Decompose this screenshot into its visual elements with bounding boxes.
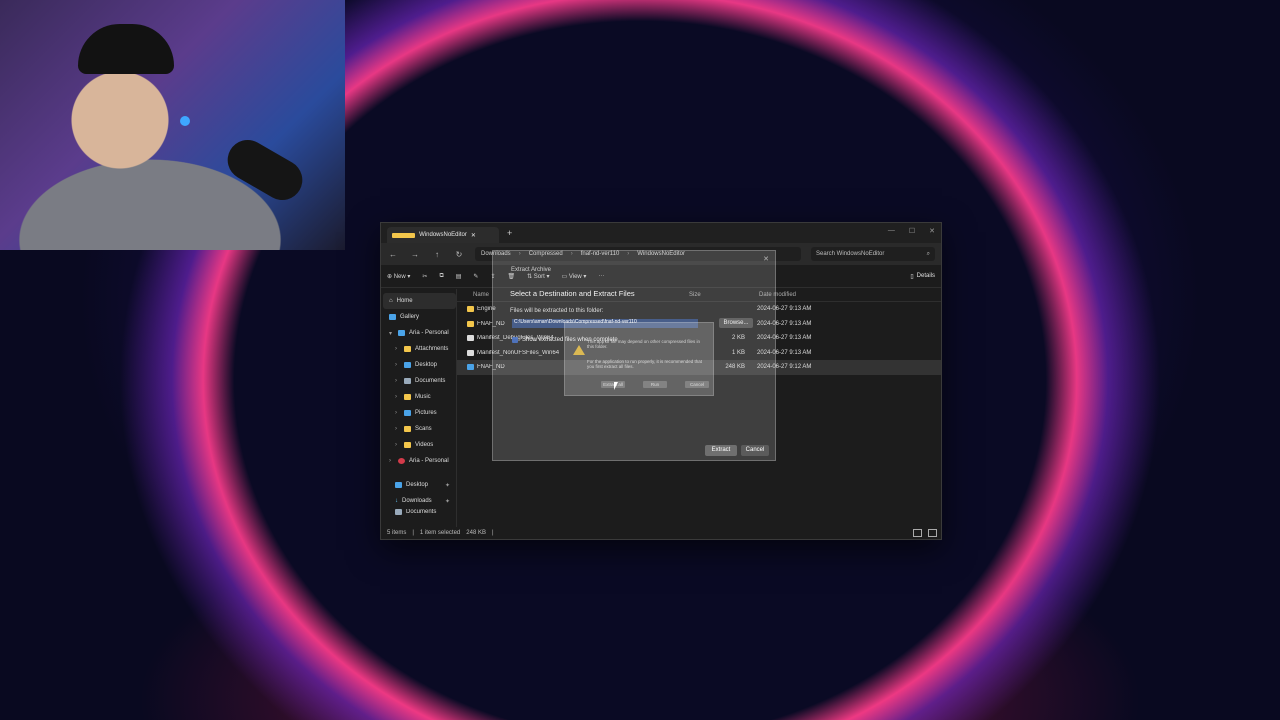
paste-icon[interactable]: ▤ xyxy=(456,273,462,280)
dialog-close-button[interactable]: ✕ xyxy=(763,255,769,263)
folder-icon xyxy=(404,394,411,400)
mouse-cursor xyxy=(614,382,618,390)
checkbox-icon xyxy=(512,337,518,343)
search-icon: ⌕ xyxy=(926,250,930,257)
new-tab-button[interactable]: + xyxy=(507,228,512,238)
cloud-icon xyxy=(398,330,405,336)
browse-button[interactable]: Browse... xyxy=(719,318,753,328)
sidebar-pinned-desktop[interactable]: Desktop ✦ xyxy=(383,477,456,493)
application-icon xyxy=(467,364,474,371)
sidebar-item-onedrive-2[interactable]: › Aria - Personal xyxy=(383,453,456,469)
selection-size: 248 KB xyxy=(466,530,486,536)
file-icon xyxy=(467,335,474,342)
details-pane-icon: ▯ xyxy=(910,273,914,280)
refresh-button[interactable]: ↻ xyxy=(453,250,465,259)
pin-icon: ✦ xyxy=(444,482,450,489)
window-controls: — ☐ ✕ xyxy=(888,227,935,235)
tab-label: WindowsNoEditor xyxy=(419,232,467,238)
folder-icon xyxy=(467,320,474,327)
new-button[interactable]: ⊕ New ▾ xyxy=(387,273,410,280)
pictures-icon xyxy=(404,410,411,416)
gallery-icon xyxy=(389,314,396,320)
dialog-title: Extract Archive xyxy=(511,267,552,273)
sidebar-item-pictures[interactable]: › Pictures xyxy=(383,405,456,421)
minimize-button[interactable]: — xyxy=(888,227,895,235)
tab-windowsnoeditor[interactable]: WindowsNoEditor ✕ xyxy=(387,227,499,243)
sidebar-item-videos[interactable]: › Videos xyxy=(383,437,456,453)
warning-message: This app or file may depend on other com… xyxy=(587,339,701,349)
maximize-button[interactable]: ☐ xyxy=(909,227,915,235)
chevron-right-icon: › xyxy=(395,378,397,384)
sidebar-item-music[interactable]: › Music xyxy=(383,389,456,405)
chevron-right-icon: › xyxy=(395,426,397,432)
copy-icon[interactable]: ⧉ xyxy=(439,273,443,280)
chevron-right-icon: › xyxy=(389,458,391,464)
forward-button[interactable]: → xyxy=(409,250,421,259)
sidebar-pinned-documents[interactable]: Documents xyxy=(383,509,456,517)
download-icon: ↓ xyxy=(395,498,398,504)
sidebar-item-attachments[interactable]: › Attachments xyxy=(383,341,456,357)
item-count: 5 items xyxy=(387,530,407,536)
sidebar-pinned-downloads[interactable]: ↓ Downloads ✦ xyxy=(383,493,456,509)
sidebar-item-home[interactable]: ⌂ Home xyxy=(383,293,456,309)
folder-icon xyxy=(467,306,474,313)
status-divider: | xyxy=(412,530,414,536)
documents-icon xyxy=(404,378,411,384)
close-button[interactable]: ✕ xyxy=(929,227,935,235)
desktop-icon xyxy=(404,362,411,368)
cloud-icon xyxy=(398,458,405,464)
details-button[interactable]: ▯ Details xyxy=(910,273,935,280)
extract-button[interactable]: Extract xyxy=(705,445,737,456)
run-button[interactable]: Run xyxy=(643,381,667,388)
folder-icon xyxy=(392,232,416,238)
sidebar-item-onedrive[interactable]: ▾ Aria - Personal xyxy=(383,325,456,341)
tab-close-icon[interactable]: ✕ xyxy=(471,232,494,239)
sidebar-item-documents[interactable]: › Documents xyxy=(383,373,456,389)
microphone xyxy=(220,132,310,208)
title-bar: WindowsNoEditor ✕ + — ☐ ✕ xyxy=(381,223,941,243)
sidebar-item-gallery[interactable]: Gallery xyxy=(383,309,456,325)
extract-all-button[interactable]: Extract all xyxy=(601,381,625,388)
details-view-icon[interactable] xyxy=(913,529,922,537)
chevron-down-icon: ▾ xyxy=(389,330,393,337)
chevron-right-icon: › xyxy=(395,442,397,448)
status-divider: | xyxy=(491,530,494,536)
up-button[interactable]: ↑ xyxy=(431,250,443,259)
status-bar: 5 items | 1 item selected 248 KB | xyxy=(381,527,941,539)
chevron-right-icon: › xyxy=(395,362,397,368)
sidebar-item-desktop[interactable]: › Desktop xyxy=(383,357,456,373)
rename-icon[interactable]: ✎ xyxy=(473,273,478,280)
search-placeholder: Search WindowsNoEditor xyxy=(816,251,885,257)
desktop-icon xyxy=(395,482,402,488)
search-input[interactable]: Search WindowsNoEditor ⌕ xyxy=(811,247,935,261)
folder-icon xyxy=(404,442,411,448)
folder-icon xyxy=(404,426,411,432)
cut-icon[interactable]: ✂ xyxy=(422,273,427,280)
selection-count: 1 item selected xyxy=(419,530,461,536)
home-icon: ⌂ xyxy=(389,298,393,304)
warning-detail: For the application to run properly, it … xyxy=(587,359,702,369)
chevron-right-icon: › xyxy=(395,410,397,416)
chevron-right-icon: › xyxy=(395,394,397,400)
navigation-pane: ⌂ Home Gallery ▾ Aria - Personal › Attachme… xyxy=(381,289,457,527)
dialog-heading: Select a Destination and Extract Files xyxy=(510,289,635,298)
destination-label: Files will be extracted to this folder: xyxy=(510,308,604,314)
sidebar-item-scans[interactable]: › Scans xyxy=(383,421,456,437)
back-button[interactable]: ← xyxy=(387,250,399,259)
compressed-folder-warning-dialog: This app or file may depend on other com… xyxy=(564,322,714,396)
tiles-view-icon[interactable] xyxy=(928,529,937,537)
pin-icon: ✦ xyxy=(444,498,450,505)
warning-icon xyxy=(573,345,585,355)
webcam-overlay xyxy=(0,0,345,250)
cap xyxy=(78,24,174,74)
view-toggle xyxy=(913,529,937,537)
light xyxy=(180,116,190,126)
documents-icon xyxy=(395,509,402,515)
folder-icon xyxy=(404,346,411,352)
warning-cancel-button[interactable]: Cancel xyxy=(685,381,709,388)
cancel-button[interactable]: Cancel xyxy=(741,445,769,456)
file-icon xyxy=(467,349,474,356)
chevron-right-icon: › xyxy=(395,346,397,352)
